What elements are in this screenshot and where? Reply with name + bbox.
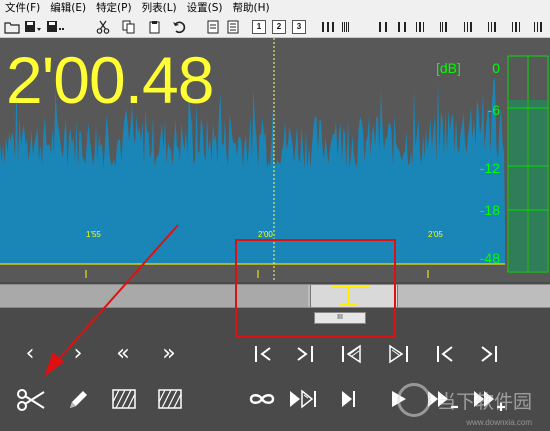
arrow-annotation	[44, 224, 179, 377]
go-end-icon[interactable]	[478, 344, 500, 364]
fade-in-icon[interactable]	[112, 389, 136, 409]
next-icon[interactable]: ›	[68, 343, 88, 365]
pencil-icon[interactable]	[66, 388, 90, 412]
fast-forward-icon[interactable]: »	[156, 343, 182, 365]
fade-out-icon[interactable]	[158, 389, 182, 409]
watermark-text: 当下软件园	[436, 390, 532, 413]
select-left-icon[interactable]	[340, 344, 364, 364]
scissors-icon[interactable]	[16, 387, 46, 413]
select-right-icon[interactable]	[386, 344, 410, 364]
go-start-icon[interactable]	[434, 344, 456, 364]
watermark: 当下软件园	[396, 383, 532, 417]
loop-icon[interactable]	[248, 390, 276, 408]
play-to-marker-icon[interactable]	[340, 389, 362, 409]
marker-right-icon[interactable]	[294, 344, 316, 364]
watermark-url: www.downxia.com	[466, 418, 532, 427]
marker-left-icon[interactable]	[252, 344, 274, 364]
watermark-logo-icon	[396, 383, 431, 417]
prev-icon[interactable]: ‹	[20, 343, 40, 365]
rewind-icon[interactable]: «	[110, 343, 136, 365]
play-selection-icon[interactable]	[288, 389, 318, 409]
audio-editor-window: 文件(F) 编辑(E) 特定(P) 列表(L) 设置(S) 帮助(H) 1 2 …	[0, 0, 550, 431]
